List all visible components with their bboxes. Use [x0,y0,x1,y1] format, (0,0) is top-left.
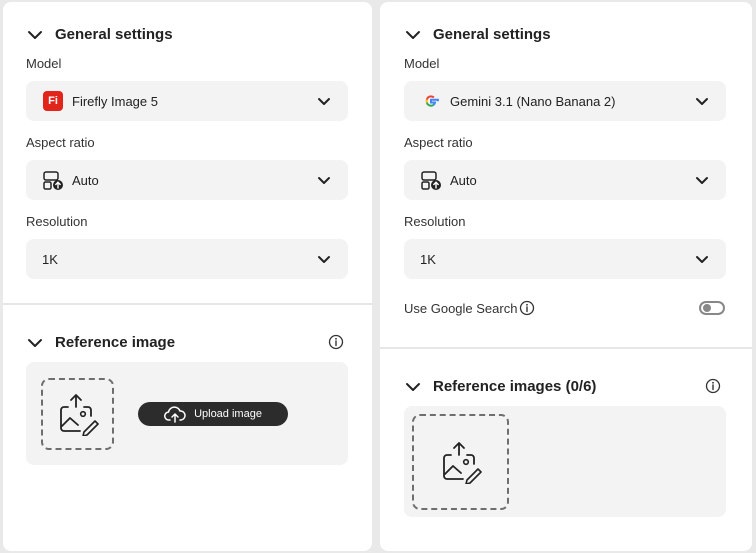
chevron-down-icon [696,256,708,263]
toggle-knob [703,304,711,312]
reference-images-area [404,406,726,517]
chevron-down-icon[interactable] [27,27,43,43]
model-dropdown[interactable]: Gemini 3.1 (Nano Banana 2) [404,81,726,121]
resolution-dropdown[interactable]: 1K [404,239,726,279]
aspect-ratio-icon [43,171,63,190]
image-drop-zone[interactable] [41,378,114,450]
chevron-down-icon [318,98,330,105]
upload-image-button[interactable]: Upload image [138,402,288,426]
chevron-down-icon [318,256,330,263]
aspect-ratio-label: Aspect ratio [404,135,473,150]
aspect-ratio-icon [421,171,441,190]
model-value: Gemini 3.1 (Nano Banana 2) [450,93,616,109]
resolution-value: 1K [42,251,58,267]
model-label: Model [26,56,62,71]
aspect-ratio-value: Auto [450,172,477,188]
google-logo-icon [425,95,439,107]
image-upload-icon [442,442,482,484]
chevron-down-icon [318,177,330,184]
chevron-down-icon[interactable] [27,335,43,351]
aspect-ratio-value: Auto [72,172,99,188]
right-settings-panel: General settings Model Gemini 3.1 (Nano … [380,2,752,551]
aspect-ratio-label: Aspect ratio [26,135,95,150]
resolution-label: Resolution [26,214,88,229]
section-divider [380,347,752,349]
section-title: General settings [55,26,173,43]
image-drop-zone[interactable] [412,414,509,510]
resolution-dropdown[interactable]: 1K [26,239,348,279]
reference-image-area: Upload image [26,362,348,465]
upload-image-label: Upload image [194,408,262,420]
info-icon[interactable] [519,300,535,316]
info-icon[interactable] [705,378,721,394]
aspect-ratio-dropdown[interactable]: Auto [404,160,726,200]
aspect-ratio-dropdown[interactable]: Auto [26,160,348,200]
reference-images-header[interactable]: Reference images (0/6) [405,378,596,395]
chevron-down-icon [696,177,708,184]
chevron-down-icon[interactable] [405,27,421,43]
chevron-down-icon [696,98,708,105]
use-google-search-label: Use Google Search [404,301,518,316]
image-upload-icon [59,394,99,436]
reference-image-header[interactable]: Reference image [27,334,175,351]
resolution-label: Resolution [404,214,466,229]
model-dropdown[interactable]: Fi Firefly Image 5 [26,81,348,121]
chevron-down-icon[interactable] [405,379,421,395]
section-title: Reference images (0/6) [433,378,597,395]
model-value: Firefly Image 5 [72,93,158,109]
cloud-upload-icon [164,406,186,423]
general-settings-header[interactable]: General settings [405,26,551,43]
general-settings-header[interactable]: General settings [27,26,173,43]
info-icon[interactable] [328,334,344,350]
section-title: General settings [433,26,551,43]
model-label: Model [404,56,440,71]
resolution-value: 1K [420,251,436,267]
google-search-toggle[interactable] [699,301,725,315]
firefly-logo-icon: Fi [42,90,64,112]
section-divider [3,303,372,305]
section-title: Reference image [55,334,176,351]
left-settings-panel: General settings Model Fi Firefly Image … [3,2,372,551]
